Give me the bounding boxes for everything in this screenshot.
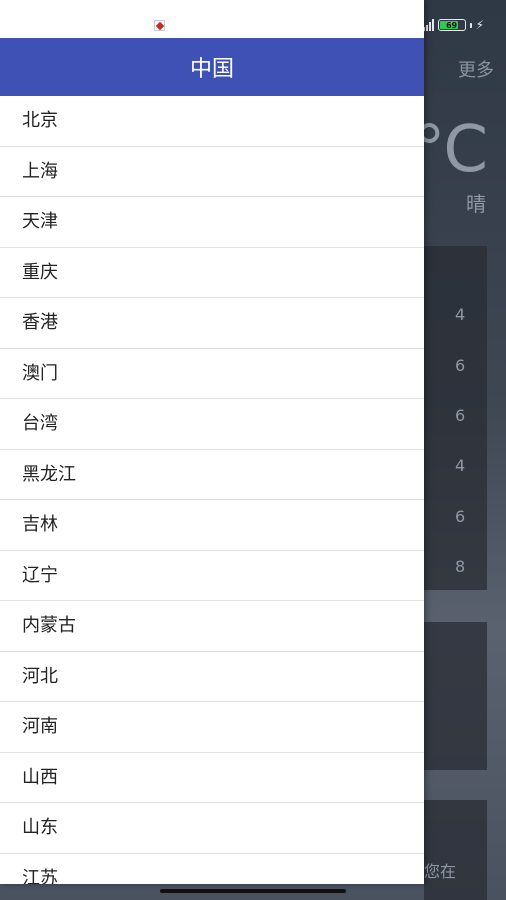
forecast-value: 4 xyxy=(455,456,466,475)
list-item[interactable]: 山东 xyxy=(0,803,424,854)
list-item[interactable]: 江苏 xyxy=(0,854,424,885)
list-item[interactable]: 天津 xyxy=(0,197,424,248)
list-item[interactable]: 台湾 xyxy=(0,399,424,450)
list-item[interactable]: 吉林 xyxy=(0,500,424,551)
home-indicator[interactable] xyxy=(160,889,346,893)
list-item[interactable]: 上海 xyxy=(0,147,424,197)
city-drawer[interactable]: 中国 北京 上海 天津 重庆 香港 澳门 台湾 黑龙江 吉林 辽宁 内蒙古 河北… xyxy=(0,0,424,884)
temperature-unit: °C xyxy=(413,113,488,187)
status-bar-right: 69 ⚡ xyxy=(422,18,484,32)
forecast-value: 6 xyxy=(455,356,466,375)
bottom-text: 您在 xyxy=(424,862,457,881)
list-item[interactable]: 香港 xyxy=(0,298,424,349)
list-item[interactable]: 内蒙古 xyxy=(0,601,424,652)
battery-level: 69 xyxy=(445,20,458,30)
signal-icon xyxy=(422,19,434,31)
drawer-title: 中国 xyxy=(189,57,234,82)
charging-icon: ⚡ xyxy=(475,18,484,32)
battery-icon: 69 xyxy=(437,19,466,31)
drawer-status-area xyxy=(0,0,424,38)
list-item[interactable]: 河南 xyxy=(0,702,424,753)
bottom-panel xyxy=(424,800,487,900)
drawer-header: 中国 xyxy=(0,38,424,96)
forecast-value: 4 xyxy=(455,305,466,324)
list-item[interactable]: 重庆 xyxy=(0,248,424,298)
forecast-value: 6 xyxy=(455,507,466,526)
list-item[interactable]: 山西 xyxy=(0,753,424,803)
list-item[interactable]: 河北 xyxy=(0,652,424,702)
more-button[interactable]: 更多 xyxy=(458,56,494,82)
info-panel xyxy=(424,622,487,770)
flag-icon xyxy=(154,20,165,31)
province-list: 北京 上海 天津 重庆 香港 澳门 台湾 黑龙江 吉林 辽宁 内蒙古 河北 河南… xyxy=(0,96,424,884)
forecast-value: 8 xyxy=(455,557,466,576)
forecast-value: 6 xyxy=(455,406,466,425)
list-item[interactable]: 北京 xyxy=(0,96,424,147)
list-item[interactable]: 澳门 xyxy=(0,349,424,399)
list-item[interactable]: 黑龙江 xyxy=(0,450,424,500)
weather-condition: 晴 xyxy=(466,192,486,216)
list-item[interactable]: 辽宁 xyxy=(0,551,424,601)
